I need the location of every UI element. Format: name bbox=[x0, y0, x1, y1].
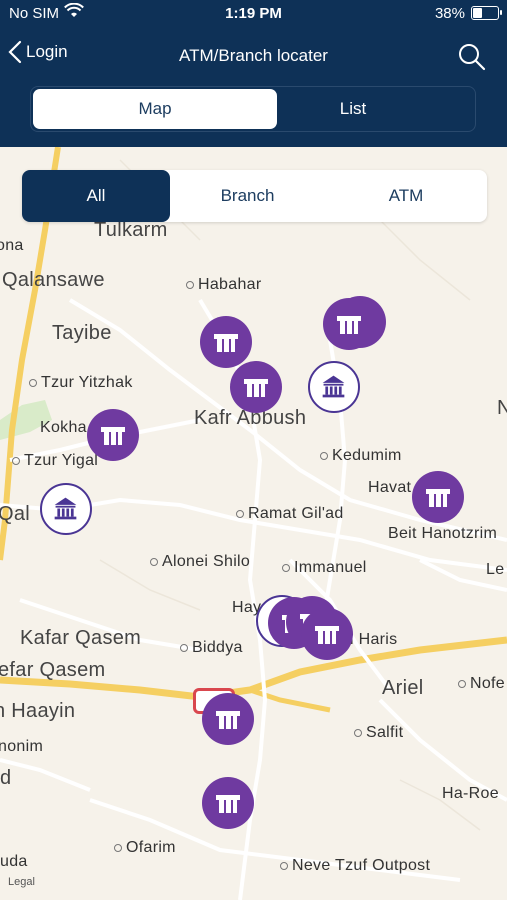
branch-marker[interactable] bbox=[308, 361, 360, 413]
app-header: No SIM 1:19 PM 38% Login ATM/Branch loca… bbox=[0, 0, 507, 147]
atm-icon bbox=[426, 489, 450, 507]
map-legal-link[interactable]: Legal bbox=[8, 876, 35, 888]
search-icon bbox=[459, 44, 486, 71]
place-label: Kokha bbox=[40, 419, 87, 436]
place-label: l Haris bbox=[350, 631, 398, 648]
place-label: Ariel bbox=[382, 677, 424, 699]
atm-icon bbox=[337, 316, 361, 334]
place-label: Biddya bbox=[180, 639, 243, 657]
place-label: Tzur Yitzhak bbox=[29, 374, 133, 392]
place-label: Qal bbox=[0, 503, 31, 525]
atm-marker[interactable] bbox=[230, 361, 282, 413]
place-label: d bbox=[0, 767, 12, 789]
place-label: Immanuel bbox=[282, 559, 367, 577]
battery-percent: 38% bbox=[434, 5, 465, 22]
atm-marker[interactable] bbox=[412, 471, 464, 523]
place-label: Habahar bbox=[186, 276, 261, 294]
atm-icon bbox=[216, 711, 240, 729]
atm-marker[interactable] bbox=[87, 409, 139, 461]
view-toggle: List Map bbox=[30, 86, 476, 132]
place-label: Tulkarm bbox=[94, 219, 168, 241]
place-label: Alonei Shilo bbox=[150, 553, 250, 571]
place-label: Havat bbox=[368, 479, 412, 496]
filter-atm[interactable]: ATM bbox=[325, 170, 487, 222]
status-bar: No SIM 1:19 PM 38% bbox=[0, 0, 507, 28]
place-label: Kedumim bbox=[320, 447, 402, 465]
tab-map[interactable]: Map bbox=[33, 89, 277, 129]
branch-marker[interactable] bbox=[40, 483, 92, 535]
atm-marker[interactable] bbox=[323, 298, 375, 350]
location-filter: All Branch ATM bbox=[22, 170, 487, 222]
place-label: Kafar Qasem bbox=[20, 627, 142, 649]
place-label: N bbox=[497, 397, 507, 419]
atm-icon bbox=[216, 795, 240, 813]
filter-branch[interactable]: Branch bbox=[170, 170, 325, 222]
place-label: n Haayin bbox=[0, 700, 76, 722]
atm-icon bbox=[101, 427, 125, 445]
place-label: nonim bbox=[0, 738, 44, 755]
place-label: Ofarim bbox=[114, 839, 176, 857]
filter-all[interactable]: All bbox=[22, 170, 170, 222]
navigation-bar: Login ATM/Branch locater bbox=[0, 36, 507, 76]
bank-icon bbox=[322, 375, 345, 398]
place-label: Tzur Yigal bbox=[12, 452, 98, 470]
battery-icon bbox=[471, 6, 502, 20]
place-label: Le bbox=[486, 561, 505, 578]
place-label: Beit Hanotzrim bbox=[388, 525, 498, 542]
atm-icon bbox=[244, 379, 268, 397]
place-label: Qalansawe bbox=[2, 269, 105, 291]
atm-marker[interactable] bbox=[202, 693, 254, 745]
place-label: Ha-Roe bbox=[442, 785, 499, 802]
atm-marker[interactable] bbox=[202, 777, 254, 829]
place-label: uda bbox=[0, 853, 28, 870]
place-label: Ramat Gil'ad bbox=[236, 505, 344, 523]
atm-marker[interactable] bbox=[301, 608, 353, 660]
place-label: Salfit bbox=[354, 724, 403, 742]
search-button[interactable] bbox=[457, 42, 487, 72]
place-label: Neve Tzuf Outpost bbox=[280, 857, 430, 875]
page-title: ATM/Branch locater bbox=[179, 46, 328, 65]
place-label: efar Qasem bbox=[0, 659, 106, 681]
bank-icon bbox=[54, 497, 77, 520]
app: { "status": { "carrier": "No SIM", "time… bbox=[0, 0, 507, 900]
atm-icon bbox=[315, 626, 339, 644]
place-label: Tayibe bbox=[52, 322, 112, 344]
clock: 1:19 PM bbox=[225, 5, 282, 22]
place-label: Nofe bbox=[458, 675, 505, 693]
place-label: ona bbox=[0, 237, 24, 254]
